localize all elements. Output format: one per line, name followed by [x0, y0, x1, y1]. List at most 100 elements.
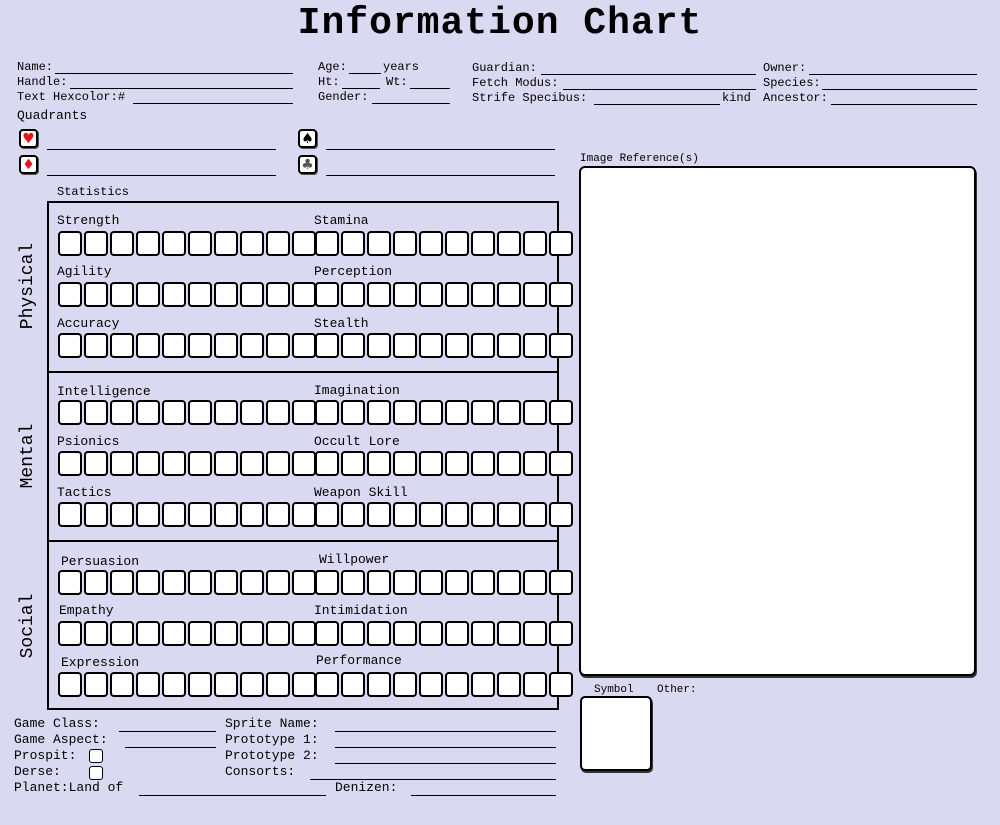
rating-box[interactable]	[136, 400, 160, 425]
rating-box[interactable]	[58, 400, 82, 425]
rating-box[interactable]	[240, 451, 264, 476]
rating-box[interactable]	[393, 621, 417, 646]
weapon-skill-boxes[interactable]	[315, 502, 573, 527]
stamina-boxes[interactable]	[315, 231, 573, 256]
rating-box[interactable]	[393, 570, 417, 595]
club-quadrant-field[interactable]	[326, 175, 555, 176]
rating-box[interactable]	[292, 400, 316, 425]
name-field[interactable]	[55, 73, 293, 74]
rating-box[interactable]	[266, 451, 290, 476]
rating-box[interactable]	[393, 333, 417, 358]
rating-box[interactable]	[549, 400, 573, 425]
rating-box[interactable]	[419, 231, 443, 256]
rating-box[interactable]	[549, 231, 573, 256]
prototype-2-field[interactable]	[335, 763, 556, 764]
rating-box[interactable]	[214, 231, 238, 256]
rating-box[interactable]	[393, 282, 417, 307]
rating-box[interactable]	[214, 333, 238, 358]
rating-box[interactable]	[341, 570, 365, 595]
rating-box[interactable]	[188, 672, 212, 697]
rating-box[interactable]	[497, 333, 521, 358]
rating-box[interactable]	[84, 502, 108, 527]
rating-box[interactable]	[110, 400, 134, 425]
rating-box[interactable]	[240, 400, 264, 425]
rating-box[interactable]	[110, 231, 134, 256]
intimidation-boxes[interactable]	[315, 621, 573, 646]
rating-box[interactable]	[58, 333, 82, 358]
prospit-checkbox[interactable]	[89, 749, 103, 763]
rating-box[interactable]	[162, 451, 186, 476]
rating-box[interactable]	[549, 672, 573, 697]
rating-box[interactable]	[58, 672, 82, 697]
rating-box[interactable]	[471, 231, 495, 256]
rating-box[interactable]	[136, 502, 160, 527]
rating-box[interactable]	[549, 621, 573, 646]
rating-box[interactable]	[341, 451, 365, 476]
strength-boxes[interactable]	[58, 231, 316, 256]
fetch-modus-field[interactable]	[563, 89, 756, 90]
rating-box[interactable]	[445, 231, 469, 256]
rating-box[interactable]	[315, 231, 339, 256]
rating-box[interactable]	[549, 333, 573, 358]
rating-box[interactable]	[393, 502, 417, 527]
rating-box[interactable]	[315, 621, 339, 646]
perception-boxes[interactable]	[315, 282, 573, 307]
rating-box[interactable]	[188, 282, 212, 307]
diamond-quadrant-field[interactable]	[47, 175, 276, 176]
rating-box[interactable]	[136, 282, 160, 307]
rating-box[interactable]	[84, 451, 108, 476]
intelligence-boxes[interactable]	[58, 400, 316, 425]
rating-box[interactable]	[341, 400, 365, 425]
occult-lore-boxes[interactable]	[315, 451, 573, 476]
age-field[interactable]	[349, 73, 381, 74]
rating-box[interactable]	[393, 400, 417, 425]
persuasion-boxes[interactable]	[58, 570, 316, 595]
rating-box[interactable]	[162, 231, 186, 256]
rating-box[interactable]	[240, 672, 264, 697]
rating-box[interactable]	[367, 672, 391, 697]
rating-box[interactable]	[497, 672, 521, 697]
rating-box[interactable]	[214, 400, 238, 425]
rating-box[interactable]	[110, 621, 134, 646]
rating-box[interactable]	[315, 672, 339, 697]
rating-box[interactable]	[497, 400, 521, 425]
game-class-field[interactable]	[119, 731, 216, 732]
rating-box[interactable]	[136, 333, 160, 358]
rating-box[interactable]	[471, 282, 495, 307]
rating-box[interactable]	[162, 672, 186, 697]
rating-box[interactable]	[341, 282, 365, 307]
rating-box[interactable]	[214, 570, 238, 595]
rating-box[interactable]	[214, 502, 238, 527]
rating-box[interactable]	[471, 333, 495, 358]
rating-box[interactable]	[188, 333, 212, 358]
rating-box[interactable]	[523, 231, 547, 256]
rating-box[interactable]	[292, 451, 316, 476]
rating-box[interactable]	[162, 282, 186, 307]
rating-box[interactable]	[136, 672, 160, 697]
weight-field[interactable]	[410, 88, 450, 89]
rating-box[interactable]	[445, 400, 469, 425]
rating-box[interactable]	[240, 333, 264, 358]
prototype-1-field[interactable]	[335, 747, 556, 748]
rating-box[interactable]	[419, 570, 443, 595]
rating-box[interactable]	[523, 282, 547, 307]
rating-box[interactable]	[110, 570, 134, 595]
rating-box[interactable]	[315, 400, 339, 425]
rating-box[interactable]	[367, 570, 391, 595]
stealth-boxes[interactable]	[315, 333, 573, 358]
rating-box[interactable]	[266, 231, 290, 256]
rating-box[interactable]	[214, 282, 238, 307]
rating-box[interactable]	[419, 282, 443, 307]
rating-box[interactable]	[240, 502, 264, 527]
sprite-name-field[interactable]	[335, 731, 556, 732]
rating-box[interactable]	[315, 333, 339, 358]
height-field[interactable]	[342, 88, 380, 89]
rating-box[interactable]	[84, 231, 108, 256]
rating-box[interactable]	[292, 570, 316, 595]
rating-box[interactable]	[266, 333, 290, 358]
rating-box[interactable]	[471, 621, 495, 646]
rating-box[interactable]	[136, 570, 160, 595]
rating-box[interactable]	[549, 502, 573, 527]
symbol-box[interactable]	[580, 696, 652, 771]
rating-box[interactable]	[292, 231, 316, 256]
